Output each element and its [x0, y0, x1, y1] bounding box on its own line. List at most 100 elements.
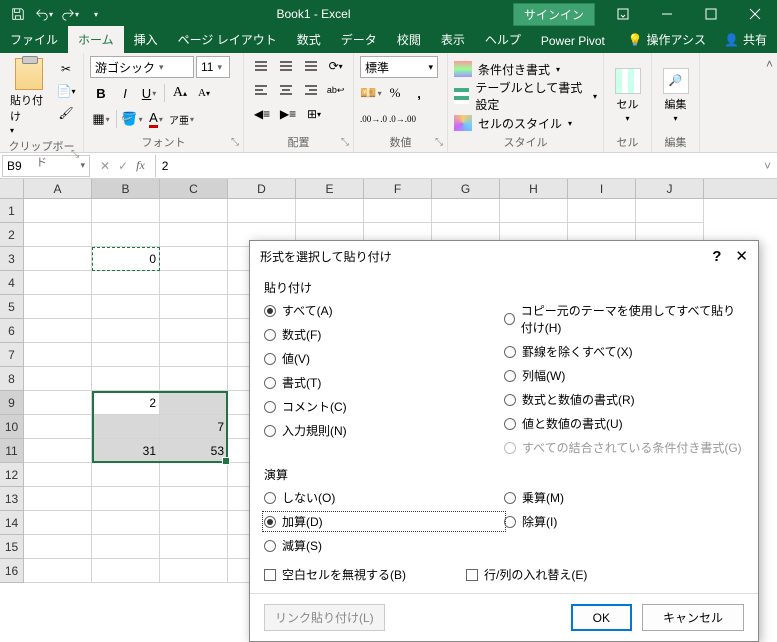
row-header[interactable]: 4	[0, 271, 24, 295]
dialog-launcher-icon[interactable]: ⤡	[341, 137, 349, 148]
row-header[interactable]: 12	[0, 463, 24, 487]
paste-link-button[interactable]: リンク貼り付け(L)	[264, 604, 385, 631]
cell[interactable]	[24, 487, 92, 511]
tab-layout[interactable]: ページ レイアウト	[168, 26, 287, 53]
cell[interactable]	[160, 511, 228, 535]
orientation-button[interactable]: ⟳▾	[324, 56, 347, 76]
undo-button[interactable]: ▾	[32, 2, 56, 26]
enter-formula-icon[interactable]: ✓	[118, 159, 128, 173]
op-subtract[interactable]: 減算(S)	[264, 537, 504, 554]
qat-customize[interactable]: ▾	[84, 2, 108, 26]
cell[interactable]	[160, 535, 228, 559]
col-header[interactable]: C	[160, 179, 228, 198]
row-header[interactable]: 9	[0, 391, 24, 415]
opt-value-number-format[interactable]: 値と数値の書式(U)	[504, 415, 744, 432]
cell[interactable]	[92, 343, 160, 367]
row-header[interactable]: 3	[0, 247, 24, 271]
cell[interactable]	[160, 367, 228, 391]
cell[interactable]	[636, 199, 704, 223]
minimize-button[interactable]	[645, 0, 689, 28]
row-header[interactable]: 2	[0, 223, 24, 247]
cell[interactable]	[92, 223, 160, 247]
tab-help[interactable]: ヘルプ	[475, 26, 531, 53]
col-header[interactable]: F	[364, 179, 432, 198]
cell[interactable]	[92, 319, 160, 343]
grow-font-button[interactable]: A▴	[169, 82, 191, 104]
col-header[interactable]: J	[636, 179, 704, 198]
opt-formats[interactable]: 書式(T)	[264, 374, 504, 391]
cell[interactable]	[24, 439, 92, 463]
border-button[interactable]: ▦▾	[90, 108, 112, 130]
align-bottom-button[interactable]	[300, 56, 323, 76]
editing-button[interactable]: 🔎 編集▾	[659, 66, 693, 125]
col-header[interactable]: A	[24, 179, 92, 198]
col-header[interactable]: E	[296, 179, 364, 198]
close-button[interactable]	[733, 0, 777, 28]
cell[interactable]	[364, 199, 432, 223]
tab-formula[interactable]: 数式	[287, 26, 331, 53]
cell[interactable]	[92, 559, 160, 583]
col-header[interactable]: D	[228, 179, 296, 198]
cell[interactable]	[24, 559, 92, 583]
cell[interactable]	[228, 199, 296, 223]
underline-button[interactable]: U▾	[138, 82, 160, 104]
row-header[interactable]: 15	[0, 535, 24, 559]
cell[interactable]	[24, 343, 92, 367]
cell[interactable]: 0	[92, 247, 160, 271]
format-as-table-button[interactable]: テーブルとして書式設定▾	[454, 85, 597, 107]
cell[interactable]	[24, 223, 92, 247]
cell[interactable]	[24, 463, 92, 487]
align-right-button[interactable]	[300, 80, 323, 100]
percent-button[interactable]: %	[384, 82, 406, 104]
row-header[interactable]: 14	[0, 511, 24, 535]
chk-skip-blanks[interactable]: 空白セルを無視する(B)	[264, 566, 406, 583]
cell[interactable]	[24, 391, 92, 415]
cell[interactable]	[92, 271, 160, 295]
italic-button[interactable]: I	[114, 82, 136, 104]
col-header[interactable]: B	[92, 179, 160, 198]
fill-color-button[interactable]: 🪣▾	[121, 108, 143, 130]
cell[interactable]	[160, 559, 228, 583]
cell[interactable]: 53	[160, 439, 228, 463]
cell[interactable]	[92, 295, 160, 319]
cell[interactable]	[92, 511, 160, 535]
chk-transpose[interactable]: 行/列の入れ替え(E)	[466, 566, 587, 583]
ribbon-options-icon[interactable]	[601, 0, 645, 28]
row-header[interactable]: 10	[0, 415, 24, 439]
row-header[interactable]: 8	[0, 367, 24, 391]
cell[interactable]	[160, 319, 228, 343]
close-dialog-button[interactable]: ✕	[735, 247, 748, 265]
col-header[interactable]: G	[432, 179, 500, 198]
op-divide[interactable]: 除算(I)	[504, 513, 744, 530]
cell[interactable]: 2	[92, 391, 160, 415]
cell[interactable]	[24, 247, 92, 271]
cell[interactable]	[160, 247, 228, 271]
cell[interactable]	[296, 199, 364, 223]
font-size-dropdown[interactable]: 11▾	[196, 56, 230, 78]
share-button[interactable]: 👤共有	[714, 26, 777, 53]
align-top-button[interactable]	[250, 56, 273, 76]
increase-decimal-button[interactable]: .00→.0	[360, 108, 387, 130]
row-header[interactable]: 6	[0, 319, 24, 343]
row-header[interactable]: 13	[0, 487, 24, 511]
maximize-button[interactable]	[689, 0, 733, 28]
cell[interactable]	[24, 295, 92, 319]
increase-indent-button[interactable]: ▶≡	[276, 104, 300, 124]
comma-button[interactable]: ,	[408, 82, 430, 104]
cell[interactable]	[160, 463, 228, 487]
accounting-button[interactable]: 💴▾	[360, 82, 382, 104]
tab-file[interactable]: ファイル	[0, 26, 68, 53]
decrease-indent-button[interactable]: ◀≡	[250, 104, 274, 124]
tell-me[interactable]: 💡操作アシス	[620, 26, 714, 53]
cell[interactable]	[92, 535, 160, 559]
opt-widths[interactable]: 列幅(W)	[504, 367, 744, 384]
tab-insert[interactable]: 挿入	[124, 26, 168, 53]
insert-function-button[interactable]: fx	[136, 158, 145, 173]
select-all-corner[interactable]	[0, 179, 24, 198]
opt-theme[interactable]: コピー元のテーマを使用してすべて貼り付け(H)	[504, 302, 744, 336]
row-header[interactable]: 1	[0, 199, 24, 223]
dialog-launcher-icon[interactable]: ⤡	[71, 149, 79, 160]
save-button[interactable]	[6, 2, 30, 26]
opt-comments[interactable]: コメント(C)	[264, 398, 504, 415]
paste-button[interactable]: 貼り付け▾	[6, 56, 51, 138]
